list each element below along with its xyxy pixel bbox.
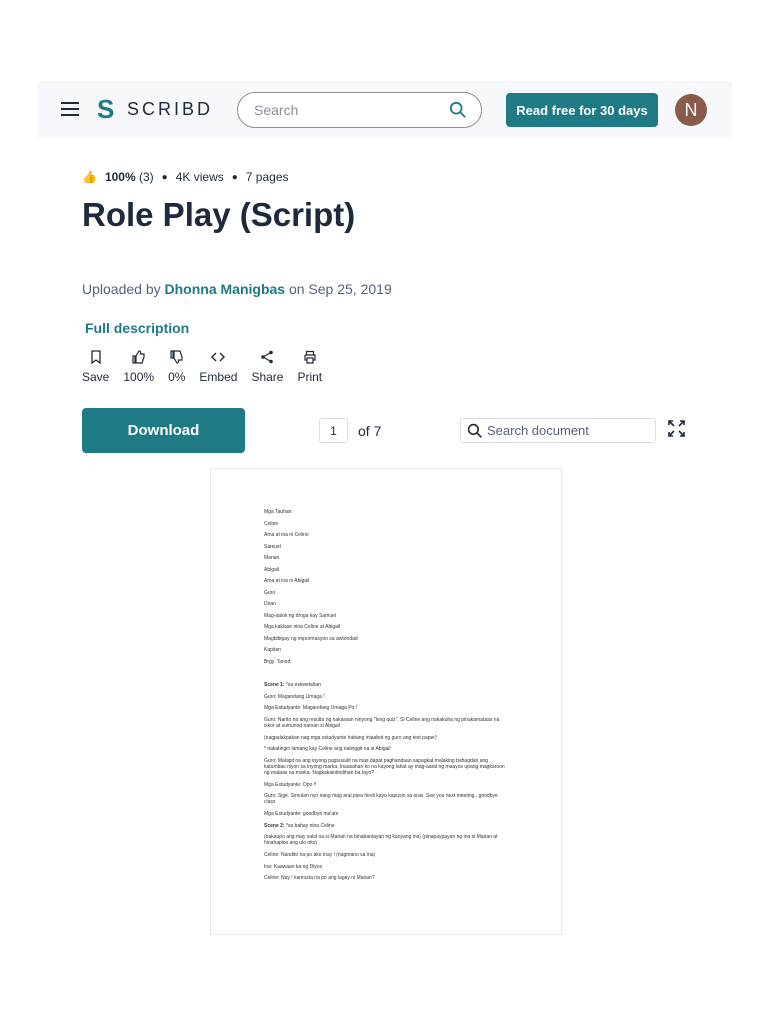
author-link[interactable]: Dhonna Manigbas: [165, 281, 286, 297]
document-line: * nakatingin lamang kay Celine ang naiin…: [264, 746, 391, 752]
page-count: 7 pages: [245, 170, 289, 184]
document-line: Mga Estudyante: Magandang Umaga Po !: [264, 705, 358, 711]
document-line: Magbibigay ng impormasyon sa awtoridad: [264, 635, 358, 642]
upload-prefix: Uploaded by: [82, 281, 161, 297]
embed-button[interactable]: Embed: [199, 350, 237, 384]
scene-label: Scene 2:: [264, 822, 285, 829]
thumbs-up-icon: 👍: [82, 170, 97, 184]
document-line: Ina: Kaawaan ka ng Diyos: [264, 863, 323, 870]
scene-label: Scene 1:: [264, 682, 285, 688]
document-page-preview: Mga Tauhan: Celine Ama at ina ni Celine Sam…: [210, 468, 562, 935]
action-bar: Save 100% 0% Embed Share Print: [82, 350, 336, 384]
search-icon[interactable]: [449, 101, 467, 119]
scene-heading: Scene 1: *sa eskwelahan: [264, 682, 509, 694]
document-line: Kapitan: [264, 647, 281, 653]
fullscreen-icon[interactable]: [668, 420, 685, 437]
document-line: Marian: [264, 555, 280, 561]
like-button[interactable]: 100%: [123, 350, 154, 384]
search-input[interactable]: Search: [237, 92, 482, 128]
document-line: Celine: Nandito na po ako inay ! (nagman…: [264, 852, 376, 858]
share-icon: [261, 350, 274, 364]
scribd-logo[interactable]: S SCRIBD: [97, 94, 214, 124]
thumbs-up-icon: [132, 350, 145, 364]
document-line: Dean: [264, 601, 276, 607]
scene-heading: Scene 2: *sa bahay nina Celine: [264, 823, 509, 835]
page-total: of 7: [358, 422, 382, 439]
document-line: Celine: [264, 520, 279, 527]
document-line: Samuel: [264, 543, 281, 550]
search-document-placeholder: Search document: [487, 423, 589, 438]
full-description-link[interactable]: Full description: [85, 320, 189, 336]
top-nav: S SCRIBD Search Read free for 30 days N: [37, 81, 732, 138]
document-line: Guro: Malapit na ang inyong pagsusulit n…: [264, 757, 505, 776]
document-line: Mga Estudyante: goodbye ma'am: [264, 811, 339, 817]
logo-text: SCRIBD: [127, 98, 214, 119]
document-line: (nakaupo ang may sakit na si Marian na b…: [264, 834, 498, 846]
read-free-button[interactable]: Read free for 30 days: [506, 93, 658, 127]
avatar[interactable]: N: [675, 94, 707, 126]
share-button[interactable]: Share: [251, 350, 283, 384]
search-document-input[interactable]: Search document: [460, 418, 656, 443]
bookmark-icon: [91, 350, 101, 364]
document-line: Mga Tauhan:: [264, 509, 293, 515]
download-button[interactable]: Download: [82, 408, 245, 453]
embed-label: Embed: [199, 370, 238, 384]
share-label: Share: [251, 370, 284, 384]
upload-date: on Sep 25, 2019: [288, 281, 392, 297]
thumbs-down-icon: [170, 350, 183, 364]
document-line: Guro: Narito na ang resulta ng nakaraan …: [264, 716, 500, 729]
document-line: Guro: Sige. Simulan nyo nang mag aral pa…: [264, 793, 498, 805]
document-line: Abigail: [264, 566, 280, 573]
scene-place: *sa eskwelahan: [285, 682, 321, 688]
scene-2-lines: (nakaupo ang may sakit na si Marian na b…: [264, 834, 509, 887]
document-line: Mga Estudyante: Opo !!: [264, 781, 317, 788]
scene-1-lines: Guro: Magandang Umaga ! Mga Estudyante: M…: [264, 694, 509, 823]
print-button[interactable]: Print: [297, 350, 322, 384]
document-line: Guro: [264, 589, 276, 596]
scribd-logo-icon: S: [97, 94, 115, 124]
code-icon: [211, 352, 226, 362]
page-number-input[interactable]: 1: [319, 418, 348, 443]
dislike-button[interactable]: 0%: [168, 350, 185, 384]
hamburger-menu-icon[interactable]: [61, 102, 79, 116]
cast-list: Mga Tauhan: Celine Ama at ina ni Celine Sam…: [264, 509, 509, 670]
scene-place: *sa bahay nina Celine: [285, 822, 335, 829]
document-line: Ama at ina ni Celine: [264, 532, 309, 538]
search-icon: [467, 423, 482, 438]
printer-icon: [304, 350, 316, 364]
document-line: Brgy. Tanod: [264, 658, 291, 665]
views: 4K views: [175, 170, 224, 184]
rating: 100%: [104, 170, 136, 184]
document-line: Guro: Magandang Umaga !: [264, 693, 325, 700]
page-title: Role Play (Script): [82, 196, 356, 233]
document-line: (nagpalakpakan nag mga estudyante habang…: [264, 734, 437, 741]
print-label: Print: [297, 370, 323, 384]
rating-count: (3): [139, 170, 154, 184]
search-placeholder: Search: [254, 102, 299, 118]
save-label: Save: [82, 370, 110, 384]
save-button[interactable]: Save: [82, 350, 109, 384]
document-line: Ama at ina ni Abigail: [264, 578, 310, 584]
doc-stats: 👍 100% (3) ● 4K views ● 7 pages: [82, 170, 289, 184]
document-line: Mga kaklase nina Celine at Abigail: [264, 624, 341, 630]
page-navigator: 1 of 7: [319, 418, 381, 443]
like-label: 100%: [123, 370, 155, 384]
document-line: Celine: Nay ! kamusta na po ang lagay ni…: [264, 875, 375, 881]
upload-info: Uploaded by Dhonna Manigbas on Sep 25, 2…: [82, 281, 392, 297]
document-line: Mag-aalok ng droga kay Samuel: [264, 612, 336, 619]
dislike-label: 0%: [168, 370, 186, 384]
